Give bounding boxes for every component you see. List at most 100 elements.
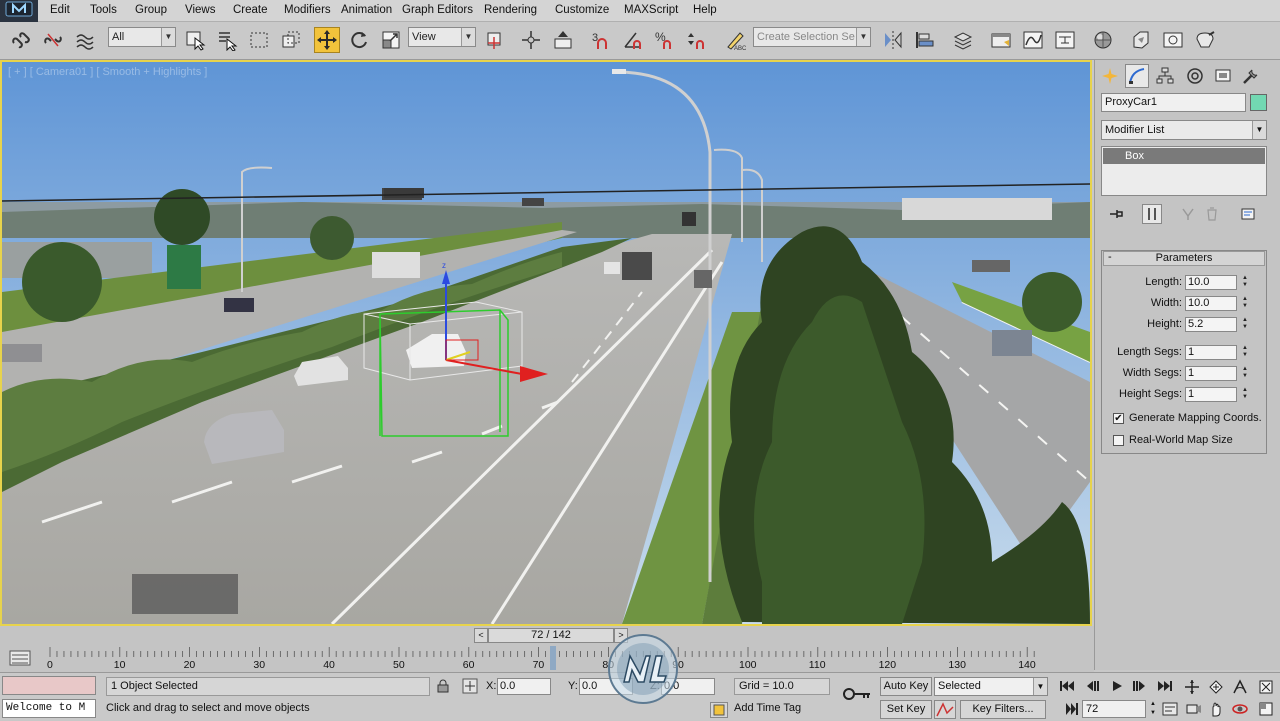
select-by-name-icon[interactable] <box>214 27 240 53</box>
selection-lock-icon[interactable] <box>436 679 450 693</box>
maximize-viewport-toggle-icon[interactable] <box>1256 700 1276 718</box>
render-setup-icon[interactable] <box>1128 27 1154 53</box>
auto-key-button[interactable]: Auto Key <box>880 677 932 696</box>
height-spinner-icon[interactable]: ▲ ▼ <box>1240 317 1250 332</box>
display-tab-icon[interactable] <box>1211 64 1235 88</box>
angle-snap-toggle-icon[interactable] <box>620 27 646 53</box>
snaps-toggle-icon[interactable]: 3 <box>588 27 614 53</box>
key-mode-selected-dropdown[interactable]: Selected ▼ <box>934 677 1048 696</box>
zoom-extents-all-icon[interactable] <box>1256 678 1276 696</box>
select-and-move-icon[interactable] <box>314 27 340 53</box>
length-segs-spinner-icon[interactable]: ▲ ▼ <box>1240 345 1250 360</box>
next-frame-icon[interactable] <box>1128 678 1150 694</box>
menu-item-help[interactable]: Help <box>693 4 717 16</box>
current-frame-marker[interactable] <box>549 646 556 670</box>
frame-spinner-icon[interactable]: ▲ ▼ <box>1148 700 1158 718</box>
play-animation-icon[interactable] <box>1106 678 1128 694</box>
viewport-label[interactable]: [ + ] [ Camera01 ] [ Smooth + Highlights… <box>8 66 207 78</box>
select-and-rotate-icon[interactable] <box>346 27 372 53</box>
key-mode-toggle-icon[interactable] <box>1064 701 1080 717</box>
select-and-manipulate-icon[interactable] <box>518 27 544 53</box>
length-field[interactable]: 10.0 <box>1185 275 1237 290</box>
material-editor-icon[interactable] <box>1090 27 1116 53</box>
mirror-icon[interactable] <box>880 27 906 53</box>
select-and-scale-icon[interactable] <box>378 27 404 53</box>
parameters-rollout-header[interactable]: Parameters <box>1103 251 1265 266</box>
modifier-list-dropdown[interactable]: Modifier List ▼ <box>1101 120 1267 140</box>
pan-camera-icon[interactable] <box>1206 700 1226 718</box>
previous-frame-arrow-icon[interactable]: < <box>474 628 488 643</box>
modifier-stack[interactable]: Box <box>1101 146 1267 196</box>
curve-editor-icon[interactable] <box>1020 27 1046 53</box>
edit-named-selection-sets-icon[interactable]: ABC <box>722 27 748 53</box>
menu-item-modifiers[interactable]: Modifiers <box>284 4 331 16</box>
modify-tab-icon[interactable] <box>1125 64 1149 88</box>
orbit-camera-icon[interactable] <box>1230 700 1250 718</box>
rollout-collapse-icon[interactable]: - <box>1108 251 1112 263</box>
select-object-icon[interactable] <box>182 27 208 53</box>
height-segs-field[interactable]: 1 <box>1185 387 1237 402</box>
rectangular-selection-region-icon[interactable] <box>246 27 272 53</box>
make-unique-icon[interactable] <box>1178 204 1198 224</box>
reference-coordinate-dropdown[interactable]: View ▼ <box>408 27 476 47</box>
menu-item-graph-editors[interactable]: Graph Editors <box>402 4 473 16</box>
menu-item-create[interactable]: Create <box>233 4 268 16</box>
height-segs-spinner-icon[interactable]: ▲ ▼ <box>1240 387 1250 402</box>
width-segs-field[interactable]: 1 <box>1185 366 1237 381</box>
menu-item-maxscript[interactable]: MAXScript <box>624 4 678 16</box>
set-key-button[interactable]: Set Key <box>880 700 932 719</box>
bind-to-space-warp-icon[interactable] <box>72 27 98 53</box>
pin-stack-icon[interactable] <box>1106 204 1126 224</box>
scene-explorer-icon[interactable] <box>988 27 1014 53</box>
length-segs-field[interactable]: 1 <box>1185 345 1237 360</box>
motion-tab-icon[interactable] <box>1183 64 1207 88</box>
render-production-icon[interactable] <box>1192 27 1218 53</box>
time-tag-icon[interactable] <box>710 702 728 718</box>
align-icon[interactable] <box>912 27 938 53</box>
layer-manager-icon[interactable] <box>950 27 976 53</box>
key-filters-button[interactable]: Key Filters... <box>960 700 1046 719</box>
percent-snap-toggle-icon[interactable]: % <box>652 27 678 53</box>
app-logo-icon[interactable] <box>0 0 38 22</box>
camera-viewport[interactable]: z [ + ] [ Camera01 ] [ Smooth + Highligh… <box>0 60 1092 626</box>
current-frame-field[interactable]: 72 <box>1082 700 1146 718</box>
open-mini-curve-editor-icon[interactable] <box>8 648 32 668</box>
create-tab-icon[interactable] <box>1098 64 1122 88</box>
absolute-mode-transform-icon[interactable] <box>462 678 478 694</box>
menu-item-rendering[interactable]: Rendering <box>484 4 537 16</box>
rendered-frame-window-icon[interactable] <box>1160 27 1186 53</box>
default-in-out-tangents-icon[interactable] <box>934 700 956 719</box>
keyboard-shortcut-override-icon[interactable] <box>550 27 576 53</box>
selection-filter-dropdown[interactable]: All ▼ <box>108 27 176 47</box>
width-field[interactable]: 10.0 <box>1185 296 1237 311</box>
go-to-start-icon[interactable] <box>1056 678 1078 694</box>
remove-modifier-icon[interactable] <box>1202 204 1222 224</box>
menu-item-views[interactable]: Views <box>185 4 215 16</box>
utilities-tab-icon[interactable] <box>1239 64 1263 88</box>
configure-modifier-sets-icon[interactable] <box>1238 204 1258 224</box>
time-configuration-icon[interactable] <box>1162 700 1178 718</box>
modifier-stack-item[interactable]: Box <box>1103 148 1265 164</box>
truck-camera-icon[interactable] <box>1184 700 1204 718</box>
unlink-selection-icon[interactable] <box>40 27 66 53</box>
menu-item-tools[interactable]: Tools <box>90 4 117 16</box>
zoom-icon[interactable] <box>1182 678 1202 696</box>
set-keys-key-icon[interactable] <box>842 684 872 704</box>
menu-item-animation[interactable]: Animation <box>341 4 392 16</box>
maxscript-mini-listener-output[interactable] <box>2 676 96 695</box>
schematic-view-icon[interactable] <box>1052 27 1078 53</box>
zoom-all-icon[interactable] <box>1206 678 1226 696</box>
field-of-view-icon[interactable] <box>1230 678 1250 696</box>
real-world-map-size-checkbox[interactable] <box>1113 435 1124 446</box>
spinner-snap-toggle-icon[interactable] <box>684 27 710 53</box>
menu-item-customize[interactable]: Customize <box>555 4 609 16</box>
generate-mapping-coords-checkbox[interactable]: ✔ <box>1113 413 1124 424</box>
height-field[interactable]: 5.2 <box>1185 317 1237 332</box>
width-spinner-icon[interactable]: ▲ ▼ <box>1240 296 1250 311</box>
add-time-tag-button[interactable]: Add Time Tag <box>734 702 801 714</box>
menu-item-group[interactable]: Group <box>135 4 167 16</box>
object-name-field[interactable]: ProxyCar1 <box>1101 93 1246 112</box>
object-color-swatch[interactable] <box>1250 94 1267 111</box>
maxscript-mini-listener-input[interactable]: Welcome to M <box>2 699 96 718</box>
previous-frame-icon[interactable] <box>1082 678 1104 694</box>
